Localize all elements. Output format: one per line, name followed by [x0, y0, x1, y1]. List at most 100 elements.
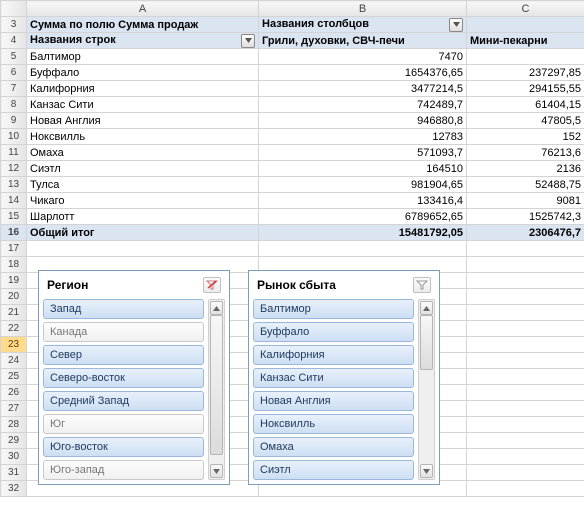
column-header[interactable]: B	[259, 1, 467, 17]
cell[interactable]: 15481792,05	[259, 225, 467, 241]
cell[interactable]: 12783	[259, 129, 467, 145]
row-header[interactable]: 4	[1, 33, 27, 49]
cell[interactable]: Мини-пекарни	[467, 33, 584, 49]
cell[interactable]: Калифорния	[27, 81, 259, 97]
row-header[interactable]: 17	[1, 241, 27, 257]
row-header[interactable]: 5	[1, 49, 27, 65]
cell[interactable]	[467, 449, 584, 465]
cell[interactable]: 9081	[467, 193, 584, 209]
cell[interactable]: Канзас Сити	[27, 97, 259, 113]
cell[interactable]: Омаха	[27, 145, 259, 161]
slicer-item[interactable]: Запад	[43, 299, 204, 319]
cell[interactable]: 52488,75	[467, 177, 584, 193]
row-header[interactable]: 24	[1, 353, 27, 369]
scroll-thumb[interactable]	[420, 315, 433, 370]
cell[interactable]	[467, 433, 584, 449]
cell[interactable]	[467, 465, 584, 481]
cell[interactable]	[467, 353, 584, 369]
row-header[interactable]: 25	[1, 369, 27, 385]
row-header[interactable]: 11	[1, 145, 27, 161]
cell[interactable]	[467, 481, 584, 497]
row-header[interactable]: 27	[1, 401, 27, 417]
cell[interactable]: Общий итог	[27, 225, 259, 241]
slicer-item[interactable]: Юго-восток	[43, 437, 204, 457]
clear-filter-button[interactable]	[413, 277, 431, 293]
cell[interactable]: 6789652,65	[259, 209, 467, 225]
cell[interactable]	[467, 241, 584, 257]
cell[interactable]: Ноксвилль	[27, 129, 259, 145]
slicer-item[interactable]: Средний Запад	[43, 391, 204, 411]
cell[interactable]	[467, 417, 584, 433]
cell[interactable]: 294155,55	[467, 81, 584, 97]
scroll-up-button[interactable]	[420, 301, 433, 315]
cell[interactable]	[467, 289, 584, 305]
cell[interactable]: 76213,6	[467, 145, 584, 161]
cell[interactable]: 742489,7	[259, 97, 467, 113]
dropdown-icon[interactable]	[241, 34, 255, 48]
scroll-down-button[interactable]	[420, 464, 433, 478]
slicer-item[interactable]: Калифорния	[253, 345, 414, 365]
cell[interactable]	[467, 305, 584, 321]
cell[interactable]: 133416,4	[259, 193, 467, 209]
cell[interactable]	[467, 385, 584, 401]
cell[interactable]: 164510	[259, 161, 467, 177]
row-header[interactable]: 22	[1, 321, 27, 337]
slicer-market[interactable]: Рынок сбыта БалтиморБуффалоКалифорнияКан…	[248, 270, 440, 485]
cell[interactable]	[467, 17, 584, 33]
cell[interactable]: 946880,8	[259, 113, 467, 129]
slicer-item[interactable]: Северо-восток	[43, 368, 204, 388]
row-header[interactable]: 14	[1, 193, 27, 209]
row-header[interactable]: 26	[1, 385, 27, 401]
row-header[interactable]: 7	[1, 81, 27, 97]
cell[interactable]	[467, 369, 584, 385]
cell[interactable]	[467, 257, 584, 273]
row-header[interactable]: 20	[1, 289, 27, 305]
row-header[interactable]: 8	[1, 97, 27, 113]
cell[interactable]: Сумма по полю Сумма продаж	[27, 17, 259, 33]
cell[interactable]: 7470	[259, 49, 467, 65]
cell[interactable]	[467, 273, 584, 289]
row-header[interactable]: 23	[1, 337, 27, 353]
cell[interactable]: Чикаго	[27, 193, 259, 209]
cell[interactable]: 1654376,65	[259, 65, 467, 81]
cell[interactable]	[467, 337, 584, 353]
cell[interactable]: Буффало	[27, 65, 259, 81]
row-header[interactable]: 6	[1, 65, 27, 81]
dropdown-icon[interactable]	[449, 18, 463, 32]
cell[interactable]	[467, 401, 584, 417]
slicer-item[interactable]: Канзас Сити	[253, 368, 414, 388]
slicer-item[interactable]: Юго-запад	[43, 460, 204, 480]
slicer-scrollbar[interactable]	[208, 299, 225, 480]
cell[interactable]: Балтимор	[27, 49, 259, 65]
slicer-scrollbar[interactable]	[418, 299, 435, 480]
row-header[interactable]: 29	[1, 433, 27, 449]
cell[interactable]: 237297,85	[467, 65, 584, 81]
cell[interactable]: Грили, духовки, СВЧ-печи	[259, 33, 467, 49]
row-header[interactable]: 13	[1, 177, 27, 193]
row-header[interactable]: 19	[1, 273, 27, 289]
row-header[interactable]: 30	[1, 449, 27, 465]
scroll-down-button[interactable]	[210, 464, 223, 478]
row-header[interactable]: 31	[1, 465, 27, 481]
row-header[interactable]: 12	[1, 161, 27, 177]
cell[interactable]	[259, 241, 467, 257]
cell[interactable]: 61404,15	[467, 97, 584, 113]
slicer-item[interactable]: Сиэтл	[253, 460, 414, 480]
slicer-item[interactable]: Юг	[43, 414, 204, 434]
cell[interactable]: 152	[467, 129, 584, 145]
cell[interactable]	[27, 241, 259, 257]
cell[interactable]: 2306476,7	[467, 225, 584, 241]
cell[interactable]: 3477214,5	[259, 81, 467, 97]
row-header[interactable]: 21	[1, 305, 27, 321]
scroll-up-button[interactable]	[210, 301, 223, 315]
cell[interactable]: Шарлотт	[27, 209, 259, 225]
slicer-item[interactable]: Север	[43, 345, 204, 365]
cell[interactable]: 47805,5	[467, 113, 584, 129]
cell[interactable]: Названия столбцов	[259, 17, 467, 33]
cell[interactable]	[467, 321, 584, 337]
cell[interactable]: Сиэтл	[27, 161, 259, 177]
row-header[interactable]: 18	[1, 257, 27, 273]
slicer-item[interactable]: Балтимор	[253, 299, 414, 319]
row-header[interactable]: 10	[1, 129, 27, 145]
cell[interactable]: Названия строк	[27, 33, 259, 49]
